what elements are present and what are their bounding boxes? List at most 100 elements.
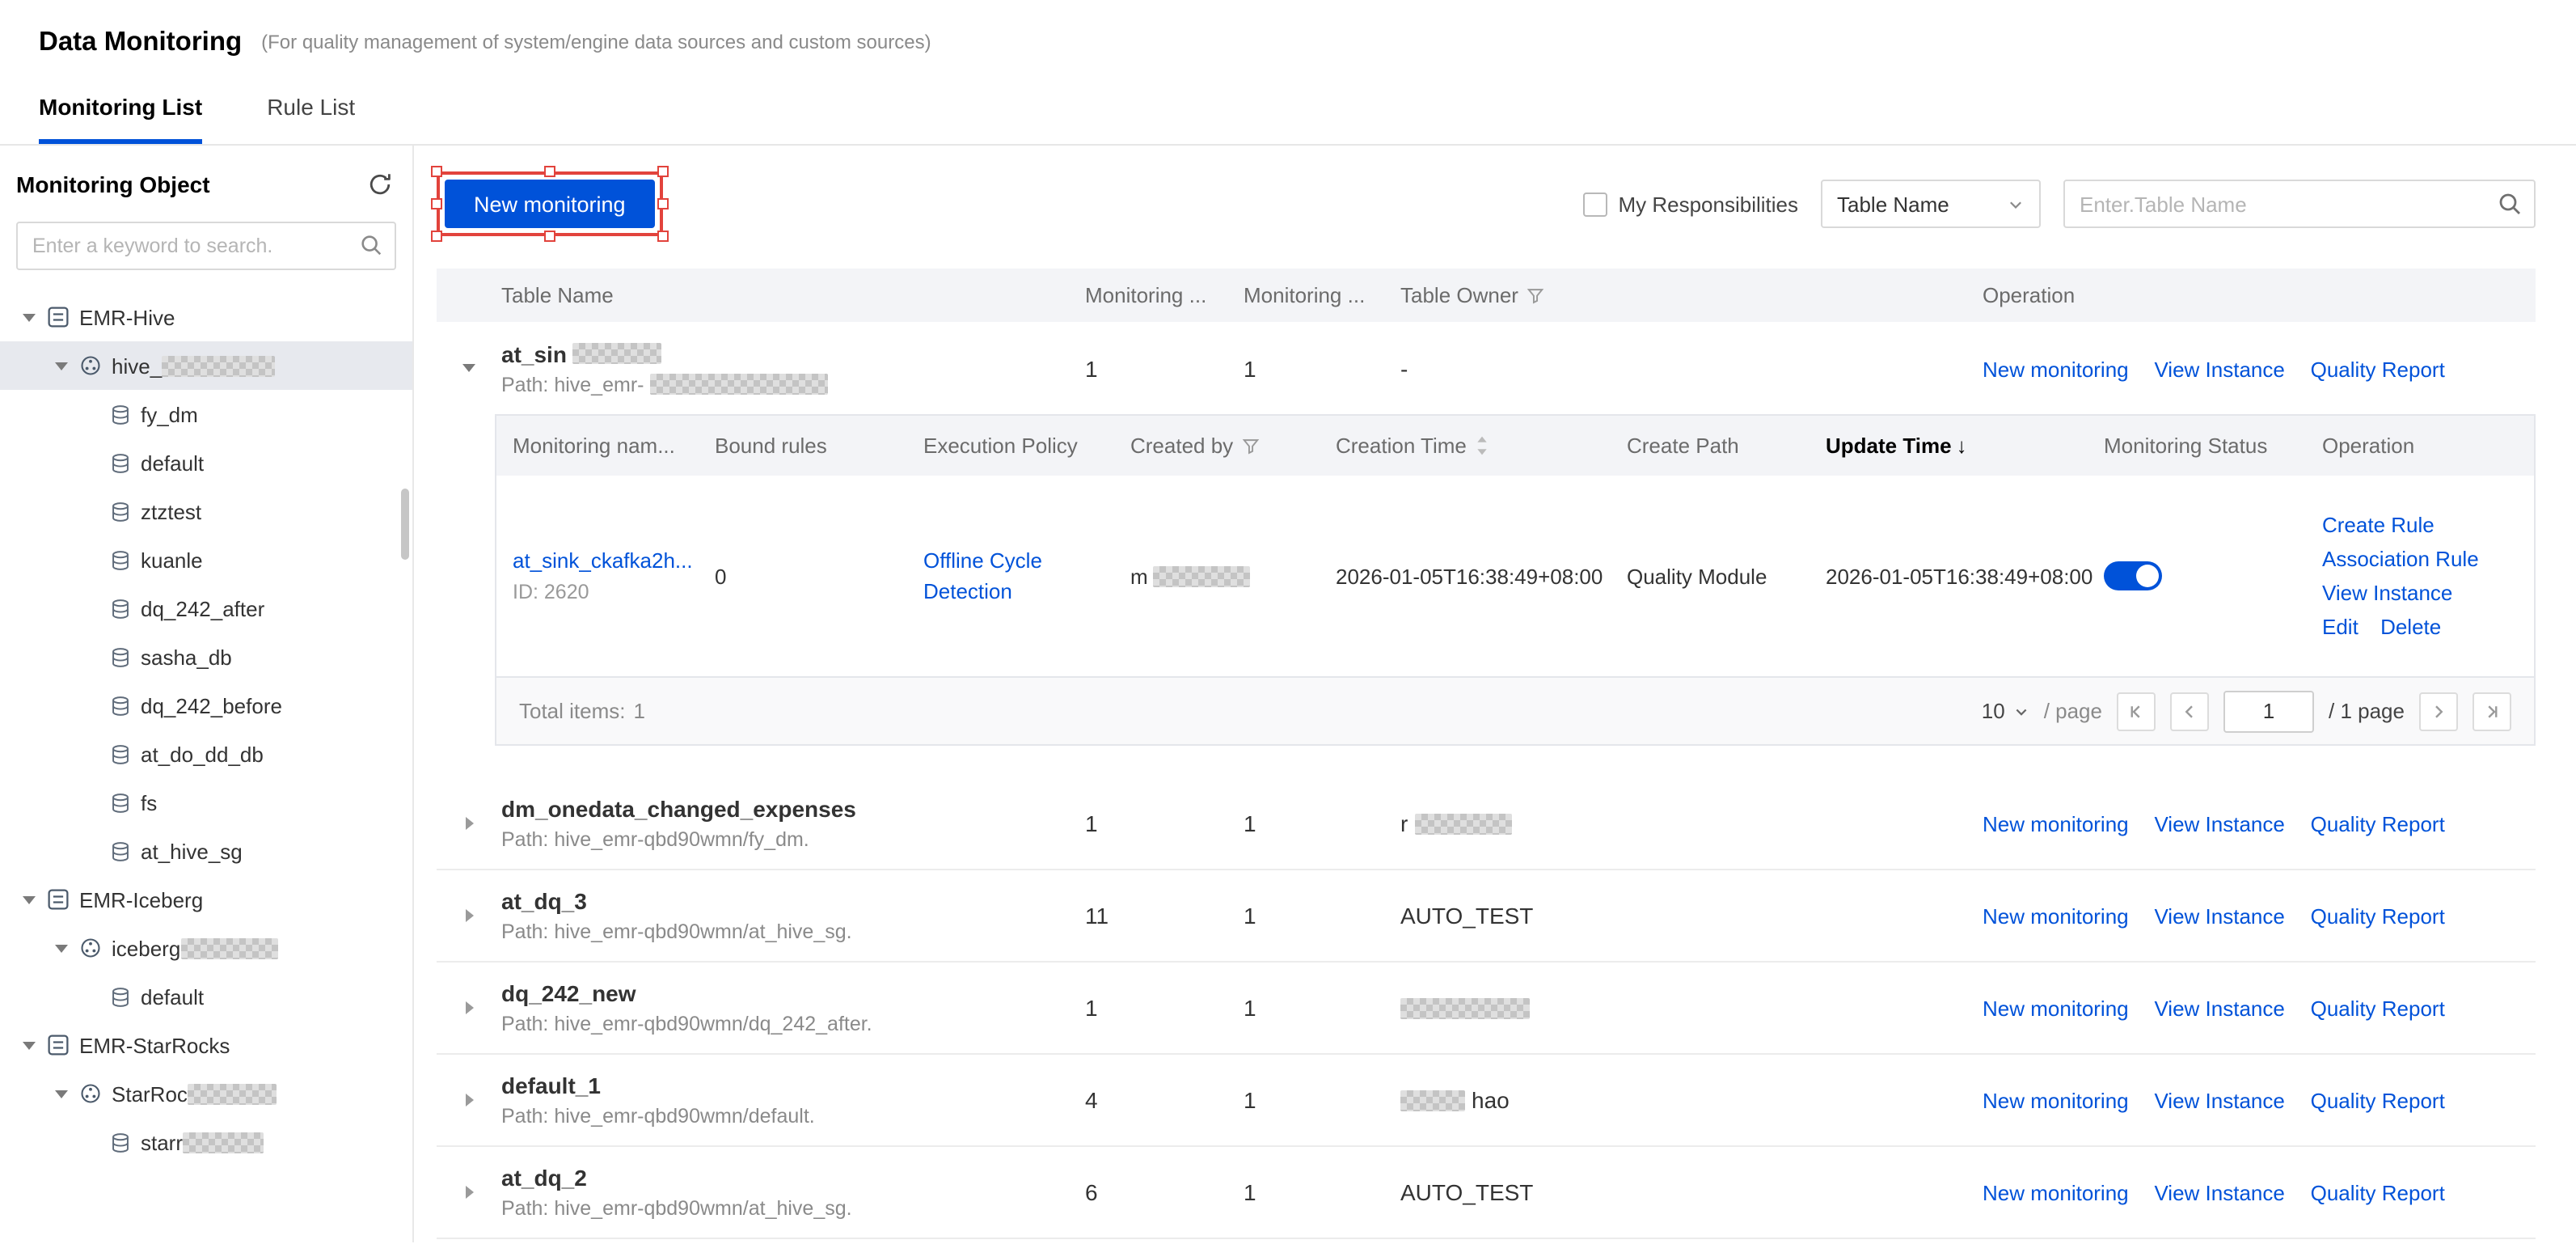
expand-caret[interactable] xyxy=(437,1001,495,1014)
tree-label: fy_dm xyxy=(141,402,198,426)
tab-rule-list[interactable]: Rule List xyxy=(267,94,355,144)
edit-link[interactable]: Edit xyxy=(2322,615,2359,639)
monitoring-object-sidebar: Monitoring Object xyxy=(0,146,414,1242)
my-responsibilities-checkbox[interactable] xyxy=(1582,192,1607,216)
page-header: Data Monitoring (For quality management … xyxy=(0,0,2576,84)
tree-item-dq_242_after[interactable]: dq_242_after xyxy=(0,584,412,633)
tree-item-starrocks-db[interactable]: starr xyxy=(0,1118,412,1166)
table-search-input[interactable] xyxy=(2063,180,2536,228)
col-execution-policy: Execution Policy xyxy=(923,434,1130,458)
filter-icon[interactable] xyxy=(1527,286,1544,304)
page-size-select[interactable]: 10 xyxy=(1982,699,2029,723)
tree-item-emr-hive[interactable]: EMR-Hive xyxy=(0,293,412,341)
expand-caret[interactable] xyxy=(437,1186,495,1199)
tab-monitoring-list[interactable]: Monitoring List xyxy=(39,94,202,144)
caret-down-icon[interactable] xyxy=(55,362,68,370)
monitoring-name-link[interactable]: at_sink_ckafka2h... xyxy=(513,548,715,573)
tree-item-hive-datasource[interactable]: hive_ xyxy=(0,341,412,390)
new-monitoring-link[interactable]: New monitoring xyxy=(1983,996,2129,1021)
expand-caret[interactable] xyxy=(437,1094,495,1106)
tree-item-at_hive_sg[interactable]: at_hive_sg xyxy=(0,827,412,875)
view-instance-link[interactable]: View Instance xyxy=(2154,1089,2284,1113)
view-instance-link[interactable]: View Instance xyxy=(2154,904,2284,929)
tree-item-dq_242_before[interactable]: dq_242_before xyxy=(0,681,412,730)
caret-down-icon[interactable] xyxy=(55,1090,68,1098)
col-sub-operation: Operation xyxy=(2322,434,2534,458)
tree-item-kuanle[interactable]: kuanle xyxy=(0,535,412,584)
refresh-icon[interactable] xyxy=(364,168,396,201)
tree-label: EMR-Hive xyxy=(79,305,175,329)
redacted-text xyxy=(1400,997,1530,1018)
quality-report-link[interactable]: Quality Report xyxy=(2311,996,2445,1021)
filter-icon[interactable] xyxy=(1241,437,1259,455)
table-path: Path: hive_emr-qbd90wmn/default. xyxy=(501,1105,1079,1128)
table-name: at_sin xyxy=(501,341,1079,366)
delete-link[interactable]: Delete xyxy=(2380,615,2441,639)
datasource-icon xyxy=(79,354,102,377)
first-page-button[interactable] xyxy=(2117,692,2156,730)
app-window: Data Monitoring (For quality management … xyxy=(0,0,2576,1244)
table-row: at_dq_2 Path: hive_emr-qbd90wmn/at_hive_… xyxy=(437,1147,2536,1239)
redacted-text xyxy=(162,355,275,376)
bound-rules-value: 0 xyxy=(715,564,923,588)
tree-item-starrocks-datasource[interactable]: StarRoc xyxy=(0,1069,412,1118)
create-path-value: Quality Module xyxy=(1627,564,1826,588)
tree-item-iceberg-datasource[interactable]: iceberg xyxy=(0,924,412,972)
monitoring-status-toggle[interactable] xyxy=(2104,561,2162,590)
collapse-caret[interactable] xyxy=(437,364,495,372)
quality-report-link[interactable]: Quality Report xyxy=(2311,357,2445,381)
sort-icon[interactable] xyxy=(1475,435,1489,456)
new-monitoring-link[interactable]: New monitoring xyxy=(1983,1181,2129,1205)
sub-row-operations: Create Rule Association Rule View Instan… xyxy=(2322,508,2534,644)
view-instance-link[interactable]: View Instance xyxy=(2154,357,2284,381)
execution-policy-link[interactable]: Offline Cycle Detection xyxy=(923,545,1079,607)
search-field-select[interactable]: Table Name xyxy=(1821,180,2041,228)
col-update-time[interactable]: Update Time ↓ xyxy=(1826,434,2104,458)
expand-caret[interactable] xyxy=(437,817,495,830)
sidebar-scrollbar[interactable] xyxy=(401,489,409,560)
caret-down-icon[interactable] xyxy=(23,895,36,903)
tree-item-fs[interactable]: fs xyxy=(0,778,412,827)
new-monitoring-button[interactable]: New monitoring xyxy=(445,180,655,228)
new-monitoring-link[interactable]: New monitoring xyxy=(1983,357,2129,381)
database-icon xyxy=(110,501,131,522)
sidebar-search-input[interactable] xyxy=(16,222,396,270)
quality-report-link[interactable]: Quality Report xyxy=(2311,812,2445,836)
new-monitoring-link[interactable]: New monitoring xyxy=(1983,812,2129,836)
caret-down-icon[interactable] xyxy=(55,944,68,952)
view-instance-link[interactable]: View Instance xyxy=(2154,1181,2284,1205)
view-instance-link[interactable]: View Instance xyxy=(2154,812,2284,836)
table-row: default_1 Path: hive_emr-qbd90wmn/defaul… xyxy=(437,1055,2536,1147)
view-instance-link[interactable]: View Instance xyxy=(2322,581,2452,605)
new-monitoring-link[interactable]: New monitoring xyxy=(1983,1089,2129,1113)
tab-bar: Monitoring List Rule List xyxy=(0,84,2576,146)
redacted-text xyxy=(180,937,277,958)
caret-down-icon[interactable] xyxy=(23,1041,36,1049)
created-by-value: m xyxy=(1130,564,1336,588)
last-page-button[interactable] xyxy=(2473,692,2511,730)
new-monitoring-link[interactable]: New monitoring xyxy=(1983,904,2129,929)
caret-down-icon[interactable] xyxy=(23,313,36,321)
tree-item-ztztest[interactable]: ztztest xyxy=(0,487,412,535)
association-rule-link[interactable]: Association Rule xyxy=(2322,547,2479,571)
tree-item-at_do_dd_db[interactable]: at_do_dd_db xyxy=(0,730,412,778)
page-title: Data Monitoring xyxy=(39,27,242,57)
previous-page-button[interactable] xyxy=(2170,692,2209,730)
expand-caret[interactable] xyxy=(437,909,495,922)
create-rule-link[interactable]: Create Rule xyxy=(2322,513,2435,537)
tree-item-iceberg-default[interactable]: default xyxy=(0,972,412,1021)
tree-item-default[interactable]: default xyxy=(0,438,412,487)
tree-label: kuanle xyxy=(141,548,203,572)
quality-report-link[interactable]: Quality Report xyxy=(2311,904,2445,929)
tree-item-fy_dm[interactable]: fy_dm xyxy=(0,390,412,438)
current-page-input[interactable] xyxy=(2223,690,2314,732)
view-instance-link[interactable]: View Instance xyxy=(2154,996,2284,1021)
tree-item-emr-starrocks[interactable]: EMR-StarRocks xyxy=(0,1021,412,1069)
redacted-text xyxy=(188,1083,277,1104)
tree-item-sasha_db[interactable]: sasha_db xyxy=(0,633,412,681)
quality-report-link[interactable]: Quality Report xyxy=(2311,1089,2445,1113)
tree-item-emr-iceberg[interactable]: EMR-Iceberg xyxy=(0,875,412,924)
quality-report-link[interactable]: Quality Report xyxy=(2311,1181,2445,1205)
redacted-text xyxy=(573,343,662,364)
next-page-button[interactable] xyxy=(2419,692,2458,730)
